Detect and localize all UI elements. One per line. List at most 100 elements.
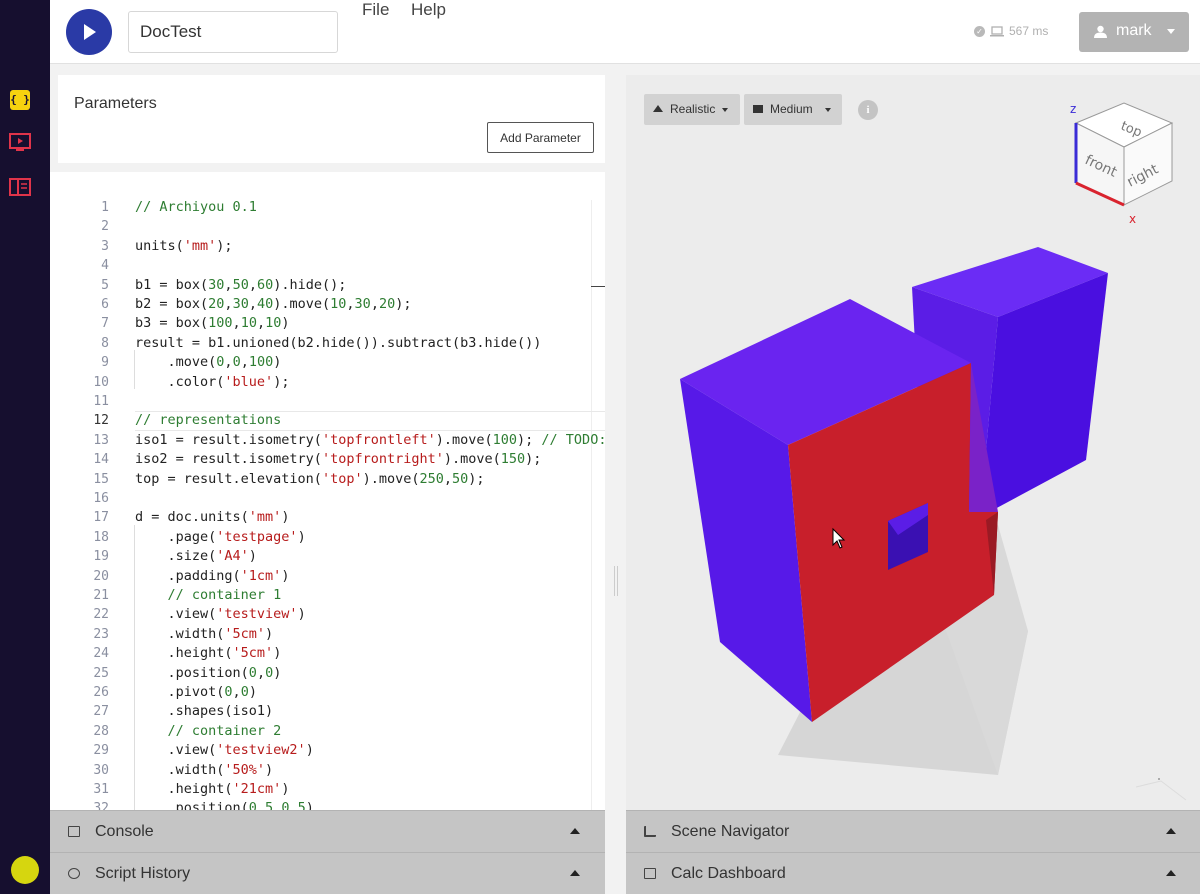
code-line[interactable]: 14 iso2 = result.isometry('topfrontright'…	[50, 450, 605, 469]
line-number: 9	[101, 355, 109, 371]
scene-navigator-panel[interactable]: Scene Navigator	[626, 810, 1200, 852]
check-icon: ✓	[974, 25, 985, 37]
line-number: 24	[93, 646, 109, 662]
code-line[interactable]: 3 units('mm');	[50, 237, 605, 256]
code-line[interactable]: 32 .position(0.5,0.5)	[50, 799, 605, 810]
line-number: 27	[93, 704, 109, 720]
header: DocTest File Help ✓ 567 ms mark	[50, 0, 1200, 64]
line-number: 22	[93, 607, 109, 623]
code-text: b1 = box(30,50,60).hide();	[135, 276, 347, 293]
line-number: 17	[93, 510, 109, 526]
chevron-up-icon[interactable]	[1166, 870, 1176, 876]
code-line[interactable]: 28 // container 2	[50, 722, 605, 741]
dashboard-icon	[644, 868, 656, 879]
chevron-up-icon[interactable]	[570, 870, 580, 876]
code-line[interactable]: 9 .move(0,0,100)	[50, 353, 605, 372]
code-text: .position(0,0)	[135, 664, 282, 681]
quality-label: Medium	[770, 102, 813, 116]
tree-icon	[644, 826, 656, 837]
code-line[interactable]: 21 // container 1	[50, 586, 605, 605]
code-text: // container 1	[167, 587, 282, 603]
code-line[interactable]: 7 b3 = box(100,10,10)	[50, 314, 605, 333]
line-number: 1	[101, 200, 109, 215]
view-cube[interactable]: top front right z x	[1066, 95, 1176, 230]
code-text: iso1 = result.isometry('topfrontleft').m…	[135, 431, 605, 448]
code-line[interactable]: 12 // representations	[50, 411, 605, 432]
chevron-up-icon[interactable]	[570, 828, 580, 834]
script-history-panel[interactable]: Script History	[50, 852, 605, 894]
menu-help[interactable]: Help	[411, 0, 446, 64]
code-text: .height('5cm')	[135, 645, 282, 662]
avatar[interactable]	[11, 856, 39, 884]
code-line[interactable]: 30 .width('50%')	[50, 761, 605, 780]
code-line[interactable]: 10 .color('blue');	[50, 373, 605, 392]
code-line[interactable]: 1 // Archiyou 0.1	[50, 198, 605, 217]
calc-dashboard-label: Calc Dashboard	[671, 865, 786, 882]
code-line[interactable]: 24 .height('5cm')	[50, 644, 605, 663]
code-icon[interactable]: { }	[10, 90, 30, 110]
parameters-title: Parameters	[74, 95, 157, 112]
code-text: b2 = box(20,30,40).move(10,30,20);	[135, 296, 412, 312]
doc-title-input[interactable]: DocTest	[128, 11, 338, 53]
code-text: .height('21cm')	[135, 781, 290, 797]
3d-viewport[interactable]: Realistic Medium i top front right z x	[626, 75, 1200, 810]
code-line[interactable]: 2	[50, 217, 605, 236]
line-number: 25	[93, 665, 109, 681]
code-line[interactable]: 26 .pivot(0,0)	[50, 683, 605, 702]
render-mode-dropdown[interactable]: Realistic	[644, 94, 740, 125]
menu-file[interactable]: File	[362, 0, 389, 64]
line-number: 19	[93, 549, 109, 565]
user-menu-button[interactable]: mark	[1079, 12, 1189, 52]
code-line[interactable]: 11	[50, 392, 605, 411]
code-line[interactable]: 31 .height('21cm')	[50, 780, 605, 799]
code-line[interactable]: 25 .position(0,0)	[50, 664, 605, 683]
line-number: 3	[101, 238, 109, 254]
book-icon[interactable]	[9, 178, 31, 196]
code-line[interactable]: 27 .shapes(iso1)	[50, 702, 605, 721]
line-number: 15	[93, 471, 109, 487]
chevron-up-icon[interactable]	[1166, 828, 1176, 834]
line-number: 2	[101, 219, 109, 235]
code-line[interactable]: 4	[50, 256, 605, 275]
code-text: top = result.elevation('top').move(250,5…	[135, 470, 485, 487]
console-panel[interactable]: Console	[50, 810, 605, 852]
display-icon	[753, 105, 763, 113]
play-screen-icon[interactable]	[9, 133, 31, 151]
parameters-panel: Parameters Add Parameter	[58, 75, 605, 163]
render-mode-label: Realistic	[670, 102, 716, 116]
info-icon[interactable]: i	[858, 100, 878, 120]
run-button[interactable]	[66, 9, 112, 55]
code-line[interactable]: 17 d = doc.units('mm')	[50, 508, 605, 527]
line-number: 4	[101, 258, 109, 274]
line-number: 30	[93, 762, 109, 778]
status-time: 567 ms	[1009, 24, 1049, 38]
splitter-grip[interactable]	[614, 566, 618, 596]
code-line[interactable]: 23 .width('5cm')	[50, 625, 605, 644]
code-line[interactable]: 20 .padding('1cm')	[50, 567, 605, 586]
code-line[interactable]: 13 iso1 = result.isometry('topfrontleft')…	[50, 431, 605, 450]
code-text: // representations	[135, 412, 282, 429]
quality-dropdown[interactable]: Medium	[744, 94, 842, 125]
code-line[interactable]: 5 b1 = box(30,50,60).hide();	[50, 276, 605, 295]
code-line[interactable]: 6 b2 = box(20,30,40).move(10,30,20);	[50, 295, 605, 314]
mountain-icon	[653, 105, 663, 112]
code-text: .padding('1cm')	[135, 567, 290, 584]
code-text: result = b1.unioned(b2.hide()).subtract(…	[135, 334, 542, 351]
code-line[interactable]: 8 result = b1.unioned(b2.hide()).subtract…	[50, 334, 605, 353]
code-editor[interactable]: 1// Archiyou 0.1 2 3 units('mm'); 4 5 b1 = box…	[50, 172, 605, 810]
code-line[interactable]: 15 top = result.elevation('top').move(250…	[50, 470, 605, 489]
add-parameter-button[interactable]: Add Parameter	[487, 122, 594, 153]
play-icon	[84, 24, 96, 40]
laptop-icon	[990, 25, 1004, 36]
chevron-down-icon	[722, 108, 728, 112]
line-number: 32	[93, 801, 109, 810]
pane-splitter[interactable]	[606, 64, 626, 894]
code-line[interactable]: 22 .view('testview')	[50, 605, 605, 624]
code-line[interactable]: 29 .view('testview2')	[50, 741, 605, 760]
code-text: .position(0.5,0.5)	[135, 800, 314, 810]
code-line[interactable]: 18 .page('testpage')	[50, 528, 605, 547]
code-line[interactable]: 16	[50, 489, 605, 508]
code-line[interactable]: 19 .size('A4')	[50, 547, 605, 566]
calc-dashboard-panel[interactable]: Calc Dashboard	[626, 852, 1200, 894]
code-text: .pivot(0,0)	[135, 684, 257, 700]
